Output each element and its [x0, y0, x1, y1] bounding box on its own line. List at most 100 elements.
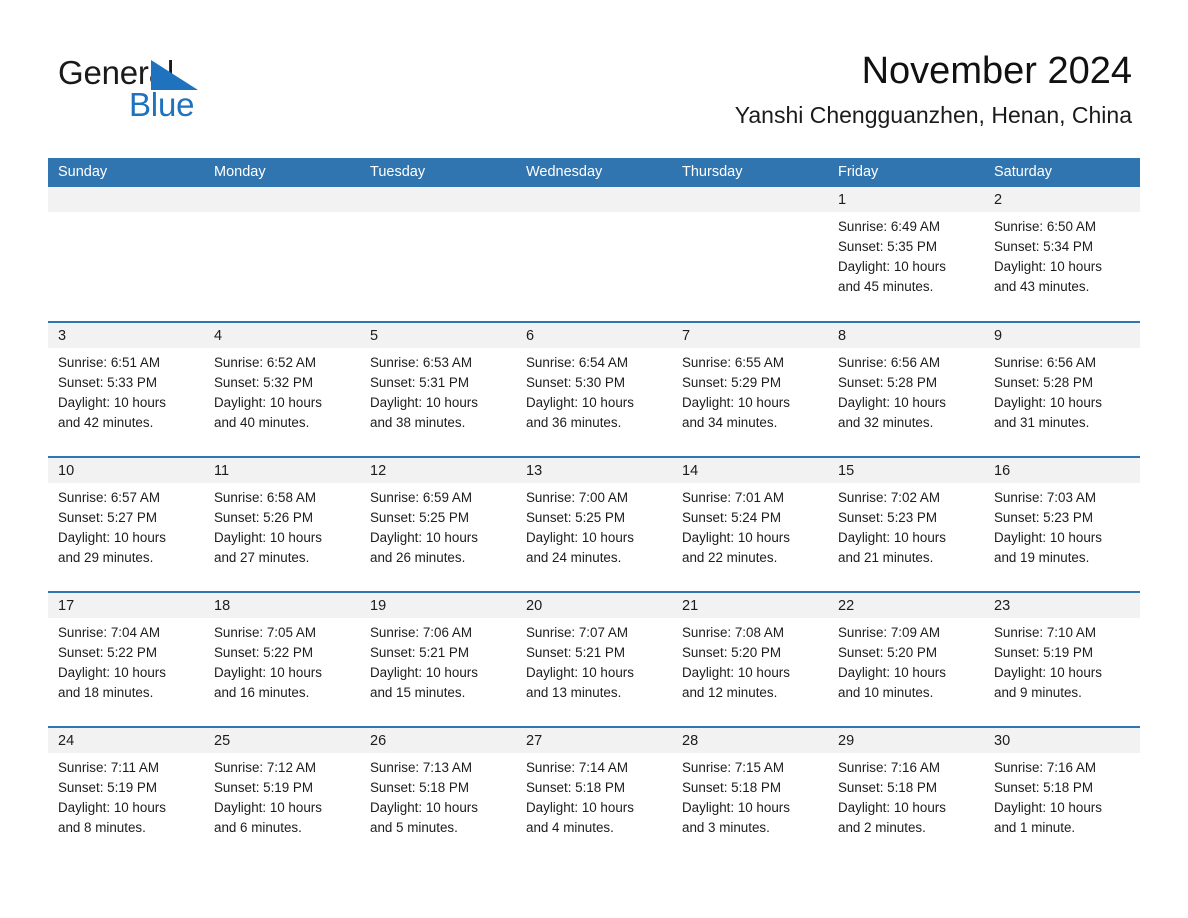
sunrise-line: Sunrise: 7:01 AM: [682, 490, 784, 505]
calendar-day-cell[interactable]: 1 Sunrise: 6:49 AM Sunset: 5:35 PM Daylight…: [828, 187, 984, 322]
calendar-day-cell[interactable]: 13 Sunrise: 7:00 AM Sunset: 5:25 PM Dayligh…: [516, 456, 672, 592]
day-number: 20: [516, 593, 672, 618]
sunrise-line: Sunrise: 6:53 AM: [370, 355, 472, 370]
daylight-line-2: and 34 minutes.: [682, 415, 778, 430]
day-number: [672, 187, 828, 212]
daylight-line-1: Daylight: 10 hours: [214, 530, 322, 545]
day-number: 6: [516, 323, 672, 348]
calendar-day-cell[interactable]: 27 Sunrise: 7:14 AM Sunset: 5:18 PM Dayligh…: [516, 726, 672, 862]
daylight-line-2: and 9 minutes.: [994, 685, 1082, 700]
calendar-day-cell[interactable]: 3 Sunrise: 6:51 AM Sunset: 5:33 PM Daylight…: [48, 321, 204, 457]
calendar-day-cell[interactable]: 23 Sunrise: 7:10 AM Sunset: 5:19 PM Dayligh…: [984, 591, 1140, 727]
day-number: 2: [984, 187, 1140, 212]
sunrise-line: Sunrise: 7:07 AM: [526, 625, 628, 640]
day-number: [516, 187, 672, 212]
calendar-day-cell[interactable]: 18 Sunrise: 7:05 AM Sunset: 5:22 PM Dayligh…: [204, 591, 360, 727]
calendar-day-cell[interactable]: 28 Sunrise: 7:15 AM Sunset: 5:18 PM Dayligh…: [672, 726, 828, 862]
calendar-day-cell[interactable]: 5 Sunrise: 6:53 AM Sunset: 5:31 PM Daylight…: [360, 321, 516, 457]
calendar-day-cell[interactable]: 12 Sunrise: 6:59 AM Sunset: 5:25 PM Dayligh…: [360, 456, 516, 592]
calendar-day-cell[interactable]: 4 Sunrise: 6:52 AM Sunset: 5:32 PM Daylight…: [204, 321, 360, 457]
daylight-line-2: and 13 minutes.: [526, 685, 622, 700]
sunset-line: Sunset: 5:33 PM: [58, 375, 157, 390]
calendar-day-cell[interactable]: 10 Sunrise: 6:57 AM Sunset: 5:27 PM Dayligh…: [48, 456, 204, 592]
calendar-day-cell[interactable]: 17 Sunrise: 7:04 AM Sunset: 5:22 PM Dayligh…: [48, 591, 204, 727]
sunrise-line: Sunrise: 7:00 AM: [526, 490, 628, 505]
general-blue-logo[interactable]: General Blue: [58, 55, 358, 125]
calendar-day-cell[interactable]: 30 Sunrise: 7:16 AM Sunset: 5:18 PM Dayligh…: [984, 726, 1140, 862]
daylight-line-1: Daylight: 10 hours: [370, 530, 478, 545]
sunset-line: Sunset: 5:19 PM: [58, 780, 157, 795]
day-details: Sunrise: 7:09 AM Sunset: 5:20 PM Daylight:…: [828, 618, 984, 703]
day-details: [672, 212, 828, 217]
day-details: Sunrise: 7:06 AM Sunset: 5:21 PM Daylight:…: [360, 618, 516, 703]
day-number: 4: [204, 323, 360, 348]
calendar-day-cell[interactable]: 15 Sunrise: 7:02 AM Sunset: 5:23 PM Dayligh…: [828, 456, 984, 592]
day-details: [360, 212, 516, 217]
calendar-day-cell[interactable]: 11 Sunrise: 6:58 AM Sunset: 5:26 PM Dayligh…: [204, 456, 360, 592]
day-number: 11: [204, 458, 360, 483]
calendar-container: Sunday Monday Tuesday Wednesday Thursday Frid…: [48, 158, 1140, 862]
calendar-week-row: 3 Sunrise: 6:51 AM Sunset: 5:33 PM Daylight…: [48, 321, 1140, 457]
day-number: 26: [360, 728, 516, 753]
calendar-day-cell[interactable]: 20 Sunrise: 7:07 AM Sunset: 5:21 PM Dayligh…: [516, 591, 672, 727]
calendar-day-cell[interactable]: 16 Sunrise: 7:03 AM Sunset: 5:23 PM Dayligh…: [984, 456, 1140, 592]
calendar-week-row: 10 Sunrise: 6:57 AM Sunset: 5:27 PM Dayligh…: [48, 456, 1140, 592]
weekday-header-wednesday: Wednesday: [516, 158, 672, 187]
daylight-line-2: and 5 minutes.: [370, 820, 458, 835]
daylight-line-1: Daylight: 10 hours: [682, 800, 790, 815]
sunset-line: Sunset: 5:20 PM: [682, 645, 781, 660]
calendar-day-cell[interactable]: 7 Sunrise: 6:55 AM Sunset: 5:29 PM Daylight…: [672, 321, 828, 457]
sunset-line: Sunset: 5:21 PM: [526, 645, 625, 660]
sunset-line: Sunset: 5:22 PM: [58, 645, 157, 660]
daylight-line-2: and 38 minutes.: [370, 415, 466, 430]
sunset-line: Sunset: 5:23 PM: [994, 510, 1093, 525]
day-number: 1: [828, 187, 984, 212]
sunrise-line: Sunrise: 7:15 AM: [682, 760, 784, 775]
sunrise-line: Sunrise: 7:09 AM: [838, 625, 940, 640]
sunrise-line: Sunrise: 6:51 AM: [58, 355, 160, 370]
daylight-line-2: and 15 minutes.: [370, 685, 466, 700]
calendar-day-cell[interactable]: 25 Sunrise: 7:12 AM Sunset: 5:19 PM Dayligh…: [204, 726, 360, 862]
logo-text-blue: Blue: [129, 86, 195, 123]
calendar-day-cell[interactable]: 14 Sunrise: 7:01 AM Sunset: 5:24 PM Dayligh…: [672, 456, 828, 592]
day-details: Sunrise: 7:03 AM Sunset: 5:23 PM Daylight:…: [984, 483, 1140, 568]
day-details: Sunrise: 6:49 AM Sunset: 5:35 PM Daylight:…: [828, 212, 984, 297]
day-number: 3: [48, 323, 204, 348]
day-number: 17: [48, 593, 204, 618]
calendar-day-cell[interactable]: 21 Sunrise: 7:08 AM Sunset: 5:20 PM Dayligh…: [672, 591, 828, 727]
sunrise-line: Sunrise: 7:13 AM: [370, 760, 472, 775]
daylight-line-1: Daylight: 10 hours: [838, 665, 946, 680]
day-number: [48, 187, 204, 212]
weekday-header-monday: Monday: [204, 158, 360, 187]
sunrise-line: Sunrise: 6:58 AM: [214, 490, 316, 505]
sunrise-line: Sunrise: 7:10 AM: [994, 625, 1096, 640]
day-details: Sunrise: 6:51 AM Sunset: 5:33 PM Daylight:…: [48, 348, 204, 433]
calendar-day-cell[interactable]: 24 Sunrise: 7:11 AM Sunset: 5:19 PM Dayligh…: [48, 726, 204, 862]
calendar-week-row: 17 Sunrise: 7:04 AM Sunset: 5:22 PM Dayligh…: [48, 591, 1140, 727]
page-title: November 2024: [861, 50, 1132, 92]
calendar-day-cell[interactable]: 9 Sunrise: 6:56 AM Sunset: 5:28 PM Daylight…: [984, 321, 1140, 457]
day-number: 19: [360, 593, 516, 618]
daylight-line-2: and 3 minutes.: [682, 820, 770, 835]
calendar-day-cell[interactable]: 19 Sunrise: 7:06 AM Sunset: 5:21 PM Dayligh…: [360, 591, 516, 727]
day-number: 13: [516, 458, 672, 483]
calendar-day-cell[interactable]: 8 Sunrise: 6:56 AM Sunset: 5:28 PM Daylight…: [828, 321, 984, 457]
day-number: 15: [828, 458, 984, 483]
day-number: 12: [360, 458, 516, 483]
calendar-day-cell[interactable]: 2 Sunrise: 6:50 AM Sunset: 5:34 PM Daylight…: [984, 187, 1140, 322]
sunset-line: Sunset: 5:25 PM: [370, 510, 469, 525]
calendar-day-cell[interactable]: 6 Sunrise: 6:54 AM Sunset: 5:30 PM Daylight…: [516, 321, 672, 457]
daylight-line-2: and 8 minutes.: [58, 820, 146, 835]
calendar-day-cell[interactable]: 29 Sunrise: 7:16 AM Sunset: 5:18 PM Dayligh…: [828, 726, 984, 862]
sunrise-line: Sunrise: 6:59 AM: [370, 490, 472, 505]
sunset-line: Sunset: 5:26 PM: [214, 510, 313, 525]
calendar-day-cell[interactable]: 22 Sunrise: 7:09 AM Sunset: 5:20 PM Dayligh…: [828, 591, 984, 727]
daylight-line-1: Daylight: 10 hours: [838, 800, 946, 815]
daylight-line-1: Daylight: 10 hours: [526, 665, 634, 680]
sunrise-line: Sunrise: 7:11 AM: [58, 760, 159, 775]
calendar-day-cell[interactable]: 26 Sunrise: 7:13 AM Sunset: 5:18 PM Dayligh…: [360, 726, 516, 862]
day-number: [360, 187, 516, 212]
day-details: Sunrise: 7:04 AM Sunset: 5:22 PM Daylight:…: [48, 618, 204, 703]
sunset-line: Sunset: 5:18 PM: [682, 780, 781, 795]
sunset-line: Sunset: 5:19 PM: [214, 780, 313, 795]
